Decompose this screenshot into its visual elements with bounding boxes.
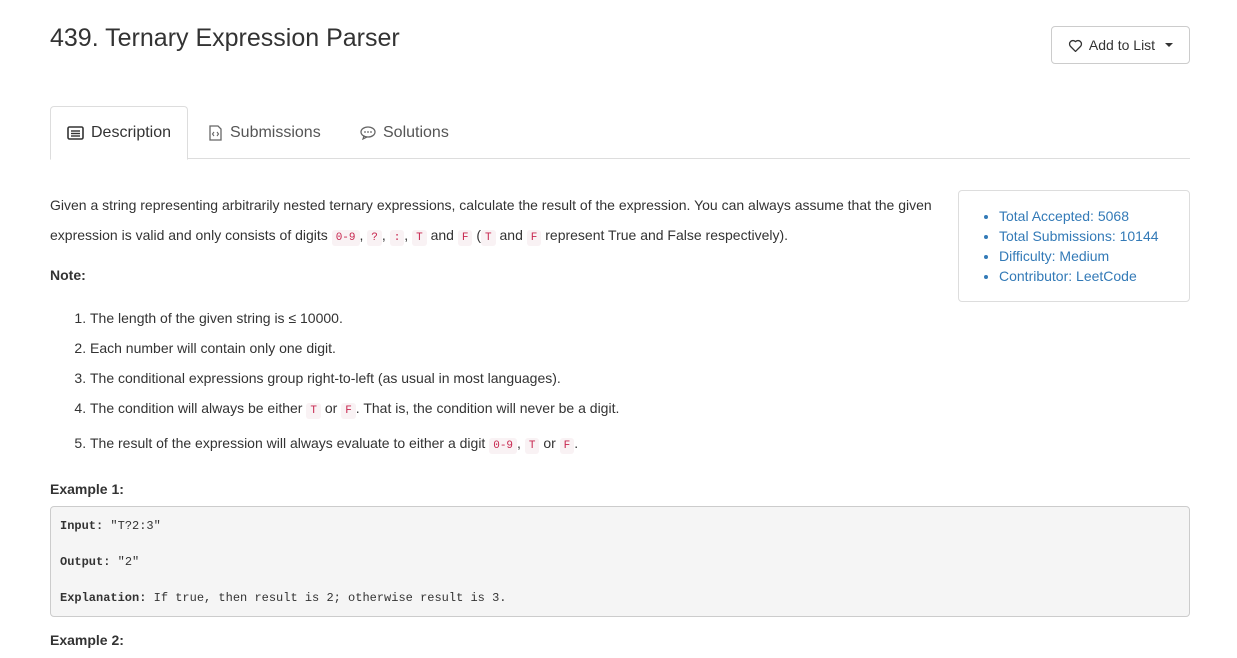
list-item: The result of the expression will always… xyxy=(90,426,940,463)
comment-icon xyxy=(360,125,376,140)
list-icon xyxy=(67,126,84,140)
total-submissions: Total Submissions: 10144 xyxy=(999,226,1169,246)
inline-code: T xyxy=(412,230,427,246)
example1-code-block: Input: "T?2:3" Output: "2" Explanation: … xyxy=(50,506,1190,617)
page-title: 439. Ternary Expression Parser xyxy=(50,24,400,52)
explanation-key: Explanation: xyxy=(60,591,147,605)
example1-heading: Example 1: xyxy=(50,481,124,497)
example-explanation-line: Explanation: If true, then result is 2; … xyxy=(60,589,1180,625)
tab-submissions[interactable]: Submissions xyxy=(208,106,321,159)
total-accepted: Total Accepted: 5068 xyxy=(999,206,1169,226)
problem-stats-panel: Total Accepted: 5068 Total Submissions: … xyxy=(958,190,1190,302)
text: represent True and False respectively). xyxy=(545,227,789,243)
contributor: Contributor: LeetCode xyxy=(999,266,1169,286)
text: and xyxy=(430,227,454,243)
notes-list: The length of the given string is ≤ 1000… xyxy=(50,303,940,463)
inline-code: T xyxy=(306,403,321,419)
inline-code: : xyxy=(389,230,405,246)
list-item-text: The condition will always be either xyxy=(90,400,303,416)
stats-list: Total Accepted: 5068 Total Submissions: … xyxy=(959,206,1169,286)
inline-code: F xyxy=(559,438,575,454)
list-item: The length of the given string is ≤ 1000… xyxy=(90,303,940,333)
list-item-text: The length of the given string is ≤ 1000… xyxy=(90,310,343,326)
text: or xyxy=(324,400,338,416)
input-value: "T?2:3" xyxy=(103,519,161,533)
add-to-list-label: Add to List xyxy=(1088,37,1156,53)
inline-code: 0-9 xyxy=(489,438,518,454)
list-item: The conditional expressions group right-… xyxy=(90,363,940,393)
inline-code: F xyxy=(341,403,356,419)
input-key: Input: xyxy=(60,519,104,533)
tab-description[interactable]: Description xyxy=(50,106,188,160)
inline-code: 0-9 xyxy=(331,230,360,246)
inline-code: F xyxy=(526,230,542,246)
description-paragraph: Given a string representing arbitrarily … xyxy=(50,197,932,246)
text: or xyxy=(543,435,556,451)
add-to-list-button[interactable]: Add to List xyxy=(1051,26,1190,64)
difficulty: Difficulty: Medium xyxy=(999,246,1169,266)
text: . That is, the condition will never be a… xyxy=(355,400,620,416)
tab-solutions[interactable]: Solutions xyxy=(360,106,449,159)
heart-icon xyxy=(1068,39,1083,52)
tab-solutions-label: Solutions xyxy=(383,123,449,141)
list-item: The condition will always be either T or… xyxy=(90,393,940,426)
problem-description: Given a string representing arbitrarily … xyxy=(50,190,940,499)
text: and xyxy=(499,227,523,243)
explanation-value: If true, then result is 2; otherwise res… xyxy=(146,591,507,605)
example2-heading: Example 2: xyxy=(50,632,124,648)
problem-page: 439. Ternary Expression Parser Add to Li… xyxy=(0,0,1237,658)
inline-code: F xyxy=(457,230,473,246)
inline-code: T xyxy=(524,438,540,454)
tab-description-label: Description xyxy=(91,124,172,141)
tab-submissions-label: Submissions xyxy=(230,123,321,141)
output-key: Output: xyxy=(60,555,111,569)
inline-code: ? xyxy=(367,230,382,246)
inline-code: T xyxy=(481,230,496,246)
list-item: Each number will contain only one digit. xyxy=(90,333,940,363)
list-item-text: The conditional expressions group right-… xyxy=(90,370,561,386)
output-value: "2" xyxy=(110,555,140,569)
list-item-text: The result of the expression will always… xyxy=(90,435,486,451)
example-output-line: Output: "2" xyxy=(60,553,1180,589)
caret-down-icon xyxy=(1165,43,1174,47)
tab-bar: Description Submissions Solutions xyxy=(50,106,1190,160)
example-input-line: Input: "T?2:3" xyxy=(60,517,1180,553)
code-file-icon xyxy=(209,124,222,141)
list-item-text: Each number will contain only one digit. xyxy=(90,340,336,356)
note-heading: Note: xyxy=(50,267,86,283)
